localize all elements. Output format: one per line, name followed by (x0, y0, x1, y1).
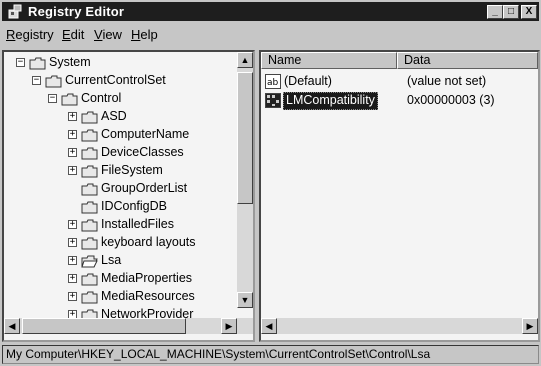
tree-item[interactable]: + MediaProperties (4, 270, 234, 288)
column-header-data[interactable]: Data (397, 52, 538, 69)
registry-editor-icon (8, 4, 22, 19)
tree-item[interactable]: GroupOrderList (4, 180, 234, 198)
status-bar: My Computer\HKEY_LOCAL_MACHINE\System\Cu… (2, 345, 539, 364)
folder-icon (45, 75, 62, 88)
folder-icon (81, 291, 98, 304)
expand-icon[interactable]: + (68, 112, 77, 121)
tree-item-label: DeviceClasses (101, 145, 184, 159)
expand-icon[interactable]: + (68, 220, 77, 229)
expand-icon[interactable]: + (68, 238, 77, 247)
folder-icon (81, 219, 98, 232)
tree-item-label: MediaProperties (101, 271, 193, 285)
folder-icon (81, 165, 98, 178)
tree-item[interactable]: + ASD (4, 108, 234, 126)
tree-item-label: InstalledFiles (101, 217, 174, 231)
tree-item[interactable]: + MediaResources (4, 288, 234, 306)
tree-item-label: GroupOrderList (101, 181, 188, 195)
key-tree-pane[interactable]: − System − CurrentControlSet − Control + ASD + Co… (2, 50, 255, 342)
list-item[interactable]: LMCompatibility 0x00000003 (3) (265, 92, 535, 110)
value-data: 0x00000003 (3) (407, 93, 495, 107)
tree-item[interactable]: − CurrentControlSet (4, 72, 234, 90)
folder-icon (81, 147, 98, 160)
tree-item[interactable]: IDConfigDB (4, 198, 234, 216)
tree-item-label: System (49, 55, 91, 69)
tree-item[interactable]: + Lsa (4, 252, 234, 270)
value-name: (Default) (284, 74, 332, 88)
menu-help[interactable]: Help (131, 27, 158, 42)
folder-icon (29, 57, 46, 70)
folder-icon (81, 201, 98, 214)
maximize-button[interactable]: □ (503, 5, 519, 19)
collapse-icon[interactable]: − (48, 94, 57, 103)
registry-editor-window: Registry Editor _ □ X Registry Edit View… (0, 0, 541, 366)
folder-icon (81, 183, 98, 196)
scroll-right-icon[interactable]: ▶ (221, 318, 237, 334)
svg-text:ab: ab (267, 78, 279, 88)
tree-hscroll-thumb[interactable] (22, 318, 186, 334)
tree-item[interactable]: + InstalledFiles (4, 216, 234, 234)
folder-icon (81, 273, 98, 286)
minimize-button[interactable]: _ (487, 5, 503, 19)
tree-item-label: CurrentControlSet (65, 73, 166, 87)
tree-item-label: Control (81, 91, 122, 105)
tree-item-label: Lsa (101, 253, 122, 267)
list-item[interactable]: ab (Default) (value not set) (265, 73, 535, 91)
tree-item[interactable]: + keyboard layouts (4, 234, 234, 252)
menu-view[interactable]: View (94, 27, 122, 42)
menu-bar: Registry Edit View Help (2, 24, 539, 44)
binary-value-icon (265, 93, 281, 108)
folder-icon (81, 255, 98, 268)
column-header-name[interactable]: Name (261, 52, 397, 69)
scroll-right-icon[interactable]: ▶ (522, 318, 538, 334)
tree-item[interactable]: + FileSystem (4, 162, 234, 180)
tree-item-label: IDConfigDB (101, 199, 167, 213)
tree-item[interactable]: − System (4, 54, 234, 72)
folder-icon (81, 237, 98, 250)
collapse-icon[interactable]: − (16, 58, 25, 67)
collapse-icon[interactable]: − (32, 76, 41, 85)
tree-item[interactable]: + ComputerName (4, 126, 234, 144)
string-value-icon: ab (265, 74, 281, 89)
tree-vscroll-thumb[interactable] (237, 72, 253, 204)
value-data: (value not set) (407, 74, 487, 88)
list-horizontal-scrollbar[interactable]: ◀ ▶ (261, 318, 538, 334)
scroll-left-icon[interactable]: ◀ (261, 318, 277, 334)
expand-icon[interactable]: + (68, 166, 77, 175)
scroll-down-icon[interactable]: ▼ (237, 292, 253, 308)
value-name-selected: LMCompatibility (283, 92, 378, 110)
close-button[interactable]: X (521, 5, 537, 19)
tree-item[interactable]: − Control (4, 90, 234, 108)
tree-item-label: FileSystem (101, 163, 163, 177)
tree-item-label: ComputerName (101, 127, 190, 141)
tree-item[interactable]: + DeviceClasses (4, 144, 234, 162)
window-title: Registry Editor (28, 4, 125, 19)
title-bar[interactable]: Registry Editor _ □ X (2, 2, 539, 21)
expand-icon[interactable]: + (68, 274, 77, 283)
folder-icon (81, 129, 98, 142)
tree-item-label: MediaResources (101, 289, 195, 303)
folder-icon (81, 111, 98, 124)
menu-registry[interactable]: Registry (6, 27, 54, 42)
folder-icon (61, 93, 78, 106)
menu-edit[interactable]: Edit (62, 27, 84, 42)
expand-icon[interactable]: + (68, 148, 77, 157)
expand-icon[interactable]: + (68, 256, 77, 265)
tree-item-label: ASD (101, 109, 127, 123)
expand-icon[interactable]: + (68, 130, 77, 139)
tree-item-label: keyboard layouts (101, 235, 196, 249)
scroll-up-icon[interactable]: ▲ (237, 52, 253, 68)
expand-icon[interactable]: + (68, 292, 77, 301)
scroll-left-icon[interactable]: ◀ (4, 318, 20, 334)
tree-horizontal-scrollbar[interactable]: ◀ ▶ (4, 318, 253, 334)
tree-vertical-scrollbar[interactable]: ▲ ▼ (237, 52, 253, 308)
value-list-pane[interactable]: Name Data ab (Default) (value not set) L… (259, 50, 540, 342)
